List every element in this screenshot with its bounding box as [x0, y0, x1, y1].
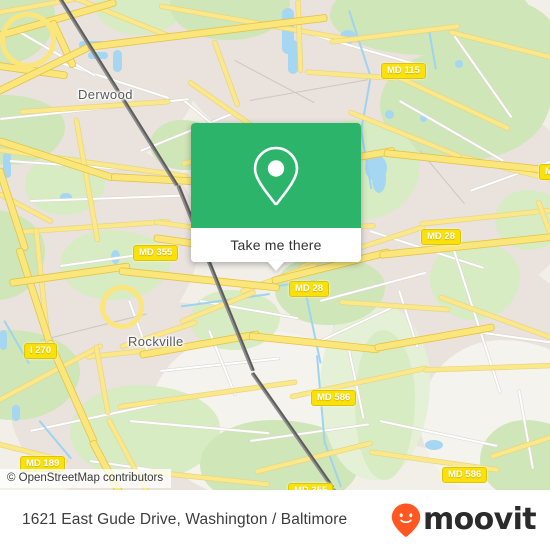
- map-canvas[interactable]: Derwood Rockville MD 115 MD 355 MD 28 MD…: [0, 0, 550, 490]
- route-shield[interactable]: MD 28: [289, 281, 329, 297]
- moovit-wordmark: moovit: [422, 502, 537, 537]
- route-shield[interactable]: MD 28: [421, 229, 461, 245]
- popup-header: [191, 123, 361, 228]
- route-shield[interactable]: MD 586: [442, 467, 488, 483]
- address-label: 1621 East Gude Drive, Washington / Balti…: [22, 511, 348, 528]
- take-me-there-label: Take me there: [230, 237, 322, 253]
- popup-pointer-tail: [267, 261, 285, 271]
- route-shield[interactable]: MD 115: [381, 63, 426, 79]
- moovit-smiley-pin-icon: [391, 503, 421, 537]
- footer-bar: 1621 East Gude Drive, Washington / Balti…: [0, 490, 550, 550]
- route-shield[interactable]: MD: [539, 164, 550, 180]
- route-shield[interactable]: I 270: [24, 343, 58, 359]
- moovit-map-screenshot: Derwood Rockville MD 115 MD 355 MD 28 MD…: [0, 0, 550, 550]
- popup-action-row[interactable]: Take me there: [191, 228, 361, 262]
- route-shield[interactable]: MD 586: [311, 390, 357, 406]
- route-shield[interactable]: MD 355: [133, 245, 179, 261]
- moovit-brand[interactable]: moovit: [391, 502, 537, 537]
- location-popup-card[interactable]: Take me there: [191, 123, 361, 271]
- map-pin-icon: [253, 146, 299, 205]
- route-shield[interactable]: MD 355: [288, 483, 334, 490]
- map-attribution[interactable]: © OpenStreetMap contributors: [0, 469, 172, 488]
